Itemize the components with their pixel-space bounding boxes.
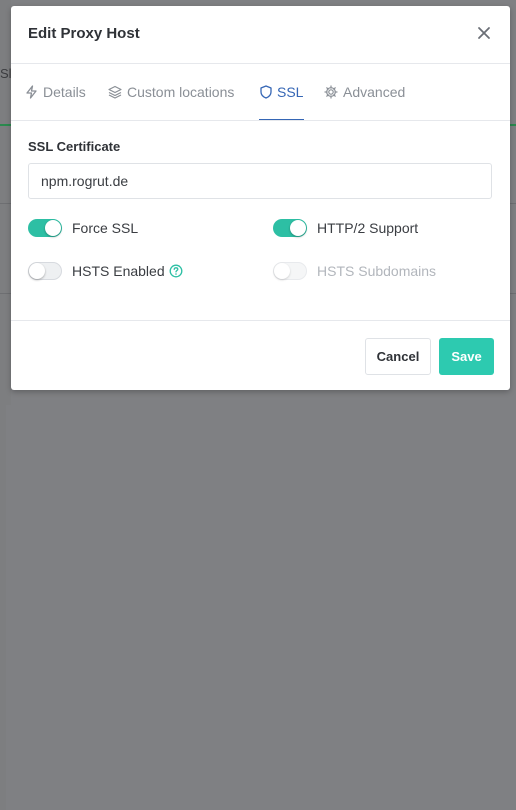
tab-label: Advanced [343,83,406,100]
background-divider [510,293,516,294]
background-accent-line [0,124,11,126]
tab-advanced[interactable]: Advanced [324,64,405,119]
tab-details[interactable]: Details [25,64,86,119]
toggle-switch[interactable] [28,262,62,280]
tab-ssl[interactable]: SSL [259,64,305,120]
tab-label: Details [43,83,86,100]
edit-proxy-host-modal: Edit Proxy Host Details Custom locations [11,6,510,390]
background-accent-line [510,124,516,126]
toggle-label: HSTS Enabled [72,263,165,279]
hsts-subdomains-toggle[interactable]: HSTS Subdomains [273,262,436,280]
tab-label: Custom locations [127,83,235,100]
ssl-certificate-label: SSL Certificate [28,139,121,154]
layers-icon [108,85,122,99]
ssl-certificate-select[interactable]: npm.rogrut.de [28,163,492,199]
background-divider [0,203,11,204]
tab-bar: Details Custom locations SSL Advanced [11,64,510,121]
toggle-switch[interactable] [273,219,307,237]
toggle-label: HSTS Subdomains [317,263,437,279]
close-button[interactable] [474,23,494,43]
http2-support-toggle[interactable]: HTTP/2 Support [273,219,418,237]
toggle-label: HTTP/2 Support [317,220,419,236]
background-divider [510,203,516,204]
modal-title: Edit Proxy Host [28,25,140,42]
toggle-label: Force SSL [72,220,139,236]
toggle-switch[interactable] [273,262,307,280]
background-text-fragment: Sl [0,66,12,81]
help-icon[interactable] [169,264,183,278]
modal-header: Edit Proxy Host [11,6,510,64]
bolt-icon [26,84,37,99]
force-ssl-toggle[interactable]: Force SSL [28,219,138,237]
tab-label: SSL [277,83,304,100]
cancel-button[interactable]: Cancel [365,338,431,375]
toggle-switch[interactable] [28,219,62,237]
tab-custom-locations[interactable]: Custom locations [108,64,234,119]
gear-icon [324,84,338,99]
modal-footer: Cancel Save [11,320,510,391]
shield-icon [260,84,272,99]
save-button[interactable]: Save [439,338,494,375]
hsts-enabled-toggle[interactable]: HSTS Enabled [28,262,183,280]
background-divider [0,293,11,294]
background-page-right [0,405,6,810]
close-icon [478,27,490,39]
